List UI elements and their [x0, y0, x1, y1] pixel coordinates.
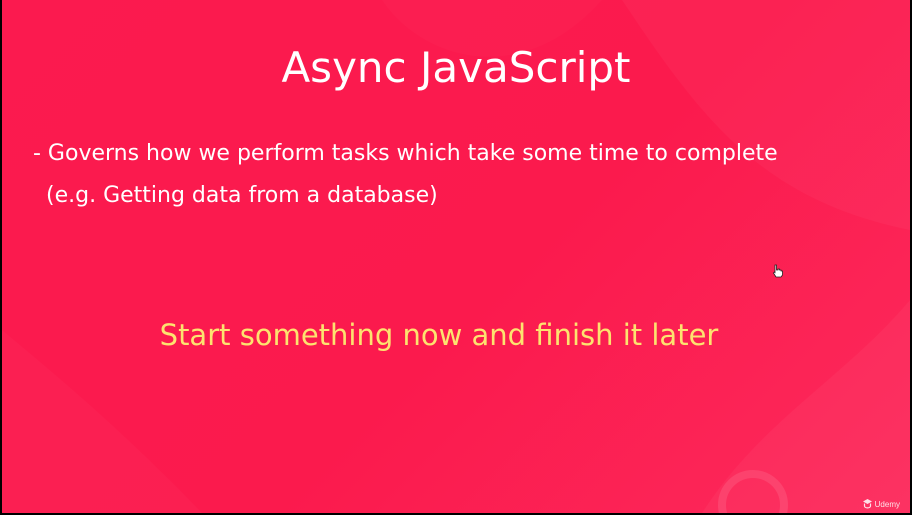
- bullet-text-line-2: (e.g. Getting data from a database): [46, 183, 438, 208]
- slide-title: Async JavaScript: [281, 43, 631, 92]
- presentation-slide: Async JavaScript - Governs how we perfor…: [2, 0, 910, 513]
- bullet-text-line-1: - Governs how we perform tasks which tak…: [33, 141, 778, 166]
- watermark-label: Udemy: [874, 499, 900, 509]
- udemy-logo-icon: [862, 499, 872, 509]
- highlight-statement: Start something now and finish it later: [159, 318, 719, 352]
- hand-pointer-icon: [772, 264, 783, 278]
- video-frame: Async JavaScript - Governs how we perfor…: [0, 0, 912, 515]
- udemy-watermark: Udemy: [862, 499, 900, 509]
